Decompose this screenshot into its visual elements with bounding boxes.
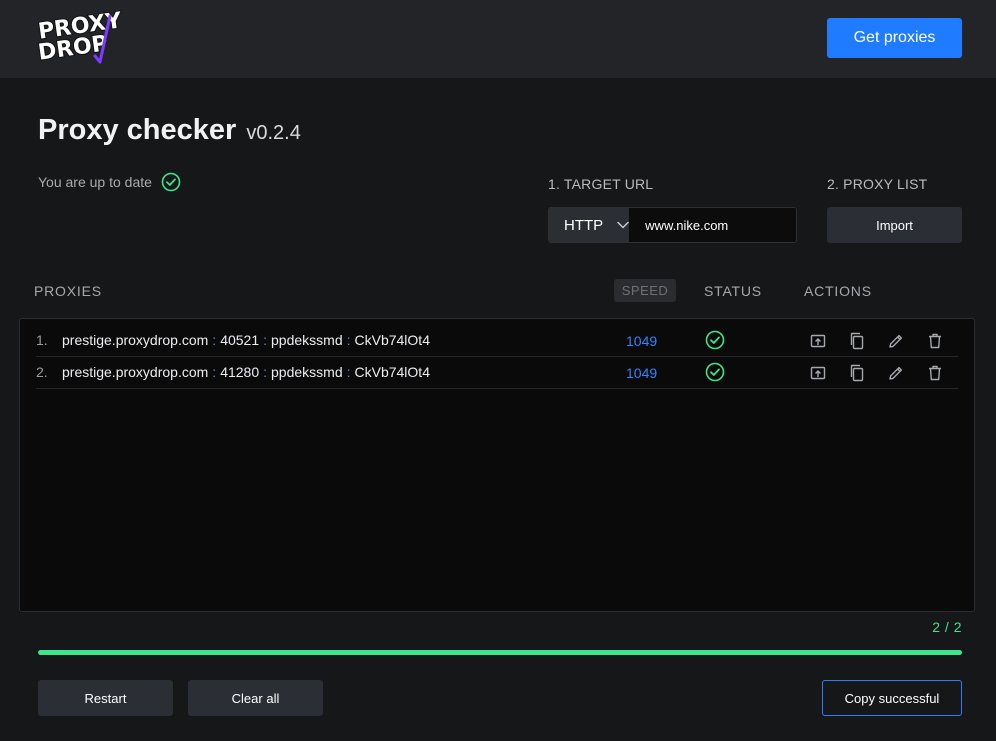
trash-icon[interactable] xyxy=(925,331,945,351)
proxy-host: prestige.proxydrop.com xyxy=(62,364,209,380)
chevron-down-icon xyxy=(617,221,629,229)
row-index: 2. xyxy=(36,364,48,380)
page-title: Proxy checker v0.2.4 xyxy=(38,114,301,147)
get-proxies-button[interactable]: Get proxies xyxy=(827,18,962,58)
edit-pencil-icon[interactable] xyxy=(886,331,906,351)
speed-column-header[interactable]: SPEED xyxy=(614,279,676,302)
copy-successful-button[interactable]: Copy successful xyxy=(822,680,962,716)
import-button[interactable]: Import xyxy=(827,207,962,243)
progress-count: 2 / 2 xyxy=(932,619,962,635)
speed-value: 1049 xyxy=(626,333,658,349)
logo-check-icon xyxy=(93,14,112,64)
open-icon[interactable] xyxy=(808,331,828,351)
copy-icon[interactable] xyxy=(847,363,867,383)
version-label: v0.2.4 xyxy=(246,122,301,144)
speed-header-text: SPEED xyxy=(621,283,669,298)
separator: : xyxy=(212,332,217,348)
target-url-group: HTTP xyxy=(548,207,797,243)
separator: : xyxy=(346,332,351,348)
trash-icon[interactable] xyxy=(925,363,945,383)
proxy-string[interactable]: prestige.proxydrop.com:41280: ppdekssmd: C… xyxy=(62,364,430,380)
row-index: 1. xyxy=(36,332,48,348)
update-status: You are up to date xyxy=(38,172,181,192)
check-circle-icon xyxy=(161,172,181,192)
proxy-user: ppdekssmd xyxy=(271,332,343,348)
protocol-value: HTTP xyxy=(564,216,604,234)
protocol-select[interactable]: HTTP xyxy=(549,208,630,242)
proxy-pass: CkVb74lOt4 xyxy=(354,364,430,380)
proxy-list: 1. prestige.proxydrop.com:40521: ppdekssm… xyxy=(19,318,975,612)
open-icon[interactable] xyxy=(808,363,828,383)
status-column-header: STATUS xyxy=(704,283,762,299)
status-ok-icon xyxy=(705,362,725,382)
speed-value: 1049 xyxy=(626,365,658,381)
progress-bar-fill xyxy=(38,650,962,655)
restart-button[interactable]: Restart xyxy=(38,680,173,716)
edit-pencil-icon[interactable] xyxy=(886,363,906,383)
table-row: 2. prestige.proxydrop.com:41280: ppdekssm… xyxy=(36,357,958,389)
status-ok-icon xyxy=(705,330,725,350)
top-bar: PROXY DROP Get proxies xyxy=(0,0,996,78)
table-row: 1. prestige.proxydrop.com:40521: ppdekssm… xyxy=(36,325,958,357)
clear-all-button[interactable]: Clear all xyxy=(188,680,323,716)
progress-bar xyxy=(38,650,962,655)
proxy-host: prestige.proxydrop.com xyxy=(62,332,209,348)
separator: : xyxy=(263,364,268,380)
separator: : xyxy=(263,332,268,348)
proxy-port: 41280 xyxy=(220,364,260,380)
proxy-user: ppdekssmd xyxy=(271,364,343,380)
update-status-text: You are up to date xyxy=(38,174,152,190)
page-title-text: Proxy checker xyxy=(38,114,237,146)
copy-icon[interactable] xyxy=(847,331,867,351)
proxy-string[interactable]: prestige.proxydrop.com:40521: ppdekssmd: C… xyxy=(62,332,430,348)
actions-column-header: ACTIONS xyxy=(804,283,872,299)
proxy-list-label: 2. PROXY LIST xyxy=(827,176,928,192)
proxydrop-logo[interactable]: PROXY DROP xyxy=(36,7,125,66)
separator: : xyxy=(346,364,351,380)
proxy-pass: CkVb74lOt4 xyxy=(354,332,430,348)
separator: : xyxy=(212,364,217,380)
target-url-input[interactable] xyxy=(629,208,796,242)
proxies-column-header: PROXIES xyxy=(34,283,102,299)
proxy-port: 40521 xyxy=(220,332,260,348)
target-url-label: 1. TARGET URL xyxy=(548,176,654,192)
